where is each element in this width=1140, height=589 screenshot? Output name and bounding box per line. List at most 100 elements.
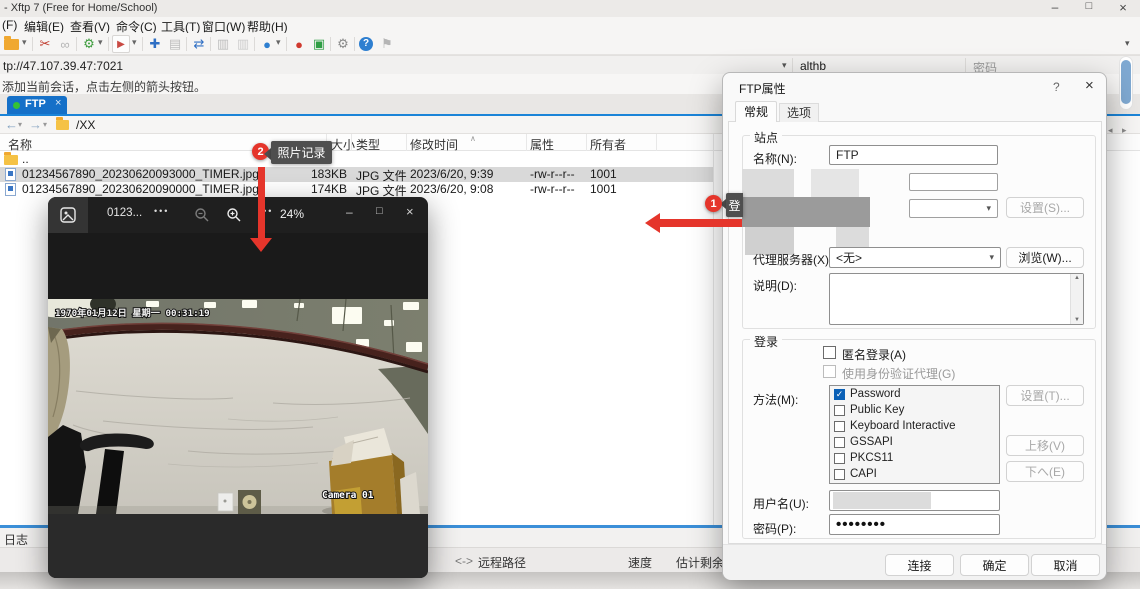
xshell-icon[interactable]: ● [290, 35, 308, 53]
toolbar: ▾ ✂ ∞ ⚙ ▾ ▶ ▾ ✚ ▤ ⇄ ▥ ▥ ● ▾ ● ▣ ⚙ ? ⚑ ▾ [0, 33, 1140, 55]
scroll-up-icon[interactable]: ▲ [1074, 275, 1080, 281]
method-settings-button[interactable]: 设置(T)... [1006, 385, 1084, 406]
method-checkbox-checked[interactable]: ✓ [834, 389, 845, 400]
textarea-scrollbar[interactable]: ▲ ▼ [1070, 274, 1083, 324]
method-checkbox[interactable] [834, 437, 845, 448]
address-input[interactable]: tp://47.107.39.47:7021 [3, 59, 123, 73]
settings-gear-icon[interactable]: ⚙ [334, 35, 352, 53]
red-arrow-left-head-icon [645, 213, 660, 233]
file-perm: -rw-r--r-- [530, 182, 575, 196]
tab-ftp[interactable]: FTP × [7, 96, 67, 114]
forward-icon[interactable]: → [29, 117, 42, 132]
viewer-minimize-button[interactable]: – [346, 205, 353, 219]
close-button[interactable]: × [1112, 0, 1134, 16]
auth-agent-checkbox [823, 365, 836, 378]
cancel-button[interactable]: 取消 [1031, 554, 1100, 576]
hint-text: 添加当前会话，点击左侧的箭头按钮。 [2, 78, 206, 95]
method-checkbox[interactable] [834, 469, 845, 480]
method-item[interactable]: PKCS11 [830, 450, 999, 466]
login-tooltip-label: 登 [728, 197, 740, 214]
browse-button[interactable]: 浏览(W)... [1006, 247, 1084, 268]
ftp-properties-dialog: FTP属性 ? × 常规 选项 站点 名称(N): FTP ▾ 设置(S)...… [722, 72, 1107, 580]
viewer-menu-dots-icon[interactable]: ••• [154, 206, 169, 216]
site-name-input[interactable]: FTP [829, 145, 998, 165]
proxy-caret-icon: ▾ [989, 252, 994, 263]
col-mtime[interactable]: 修改时间 [410, 136, 458, 153]
session-properties-icon[interactable]: ⚙ [80, 35, 98, 53]
viewer-restore-button[interactable]: □ [376, 205, 383, 217]
connect-label: 连接 [907, 557, 931, 574]
minimize-button[interactable]: – [1044, 0, 1066, 16]
method-item-label: Public Key [850, 404, 904, 416]
run-caret-icon[interactable]: ▾ [132, 37, 137, 48]
new-session-caret-icon[interactable]: ▾ [22, 37, 27, 48]
method-checkbox[interactable] [834, 421, 845, 432]
proxy-dropdown[interactable]: <无> ▾ [829, 247, 1001, 268]
anonymous-checkbox[interactable] [823, 346, 836, 359]
scroll-down-icon[interactable]: ▼ [1074, 317, 1080, 323]
move-down-button[interactable]: 下へ(E) [1006, 461, 1084, 482]
method-checkbox[interactable] [834, 405, 845, 416]
red-arrow-down-shaft [258, 167, 265, 238]
col-owner[interactable]: 所有者 [590, 136, 626, 153]
duplicate-icon: ▥ [214, 35, 232, 53]
dialog-close-button[interactable]: × [1085, 77, 1094, 94]
table-row[interactable]: 01234567890_20230620090000_TIMER.jpg 174… [0, 182, 713, 197]
description-textarea[interactable]: ▲ ▼ [829, 273, 1084, 325]
file-name: 01234567890_20230620093000_TIMER.jpg [22, 167, 259, 181]
anonymous-label[interactable]: 匿名登录(A) [842, 346, 906, 363]
xftp-icon[interactable]: ▣ [310, 35, 328, 53]
name-label: 名称(N): [753, 150, 797, 167]
tab-close-icon[interactable]: × [55, 97, 61, 109]
new-file-icon[interactable]: ✚ [146, 35, 164, 53]
table-row[interactable]: 01234567890_20230620093000_TIMER.jpg 183… [0, 167, 713, 182]
new-session-folder-icon[interactable] [4, 39, 19, 50]
web-caret-icon[interactable]: ▾ [276, 37, 281, 48]
site-settings-button[interactable]: 设置(S)... [1006, 197, 1084, 218]
forward-caret-icon[interactable]: ▾ [43, 120, 47, 129]
restore-button[interactable]: □ [1078, 0, 1100, 16]
viewer-titlebar: 0123... ••• ••• 24% – □ × [48, 197, 428, 233]
proxy-label: 代理服务器(X): [753, 251, 832, 268]
ok-button[interactable]: 确定 [960, 554, 1029, 576]
transfer-icon[interactable]: ⇄ [190, 35, 208, 53]
method-item[interactable]: CAPI [830, 466, 999, 482]
method-item[interactable]: Keyboard Interactive [830, 418, 999, 434]
protocol-dropdown[interactable]: ▾ [909, 199, 998, 218]
menu-file[interactable]: (F) [2, 18, 17, 32]
move-up-button[interactable]: 上移(V) [1006, 435, 1084, 456]
properties-caret-icon[interactable]: ▾ [98, 37, 103, 48]
path-input[interactable]: /XX [76, 118, 95, 132]
method-checkbox[interactable] [834, 453, 845, 464]
file-size: 174KB [300, 182, 347, 196]
disconnect-icon[interactable]: ✂ [36, 35, 54, 53]
back-icon[interactable]: ← [5, 117, 18, 132]
col-perm[interactable]: 属性 [530, 136, 554, 153]
dialog-password-input[interactable]: •••••••• [829, 514, 1000, 535]
method-item[interactable]: ✓ Password [830, 386, 999, 402]
connect-button[interactable]: 连接 [885, 554, 954, 576]
scrollbar-thumb[interactable] [1121, 60, 1131, 104]
tab-options[interactable]: 选项 [779, 103, 819, 122]
col-name[interactable]: 名称 [8, 136, 32, 153]
address-caret-icon[interactable]: ▾ [782, 60, 787, 71]
redaction-block [811, 169, 859, 199]
port-input[interactable] [909, 173, 998, 191]
run-icon[interactable]: ▶ [112, 35, 130, 53]
method-listbox[interactable]: ✓ Password Public Key Keyboard Interacti… [829, 385, 1000, 484]
viewer-close-button[interactable]: × [406, 204, 414, 219]
method-item[interactable]: Public Key [830, 402, 999, 418]
web-icon[interactable]: ● [258, 35, 276, 53]
zoom-in-icon[interactable] [226, 207, 242, 226]
dialog-help-button[interactable]: ? [1053, 80, 1060, 94]
file-mtime: 2023/6/20, 9:08 [410, 182, 493, 196]
parent-dir-row[interactable]: .. [0, 152, 713, 167]
help-icon[interactable]: ? [359, 37, 373, 51]
tab-general[interactable]: 常规 [735, 101, 777, 122]
username-input[interactable]: althb [800, 59, 826, 73]
toolbar-overflow-caret-icon[interactable]: ▾ [1125, 38, 1130, 49]
col-type[interactable]: 类型 [356, 136, 380, 153]
method-item[interactable]: GSSAPI [830, 434, 999, 450]
back-caret-icon[interactable]: ▾ [18, 120, 22, 129]
method-settings-label: 设置(T)... [1020, 387, 1069, 404]
